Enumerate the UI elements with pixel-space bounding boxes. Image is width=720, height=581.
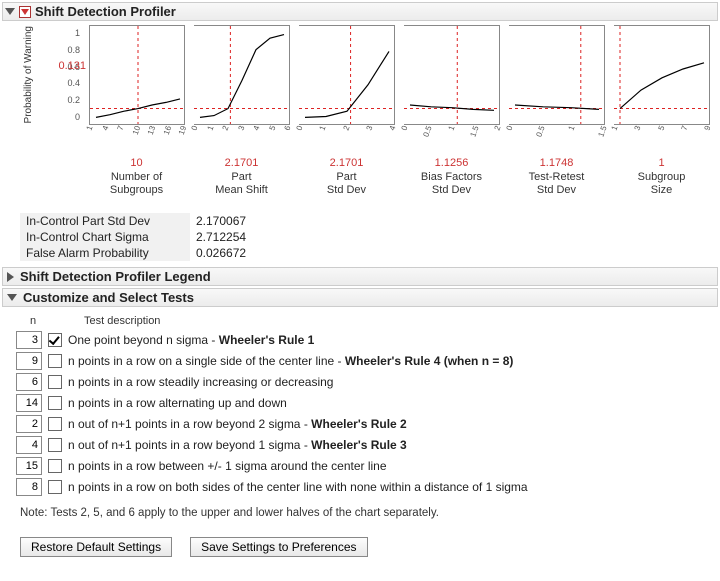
- section-title: Shift Detection Profiler Legend: [20, 269, 211, 284]
- test-row: n points in a row on a single side of th…: [16, 350, 706, 371]
- x-ticks: 01234: [294, 125, 399, 151]
- chart-panel-svg[interactable]: [89, 25, 185, 125]
- test-n-input[interactable]: [16, 478, 42, 496]
- panel-label: SubgroupSize: [638, 171, 686, 199]
- test-n-input[interactable]: [16, 331, 42, 349]
- y-axis: Probability of Warning 0.131: [6, 25, 50, 125]
- tests-note: Note: Tests 2, 5, and 6 apply to the upp…: [20, 507, 706, 519]
- profiler-panel: 13579 1 SubgroupSize: [609, 25, 714, 199]
- test-description: n points in a row on a single side of th…: [68, 354, 513, 368]
- y-tick: 0.4: [67, 78, 80, 88]
- test-description: n points in a row on both sides of the c…: [68, 480, 528, 494]
- menu-red-icon[interactable]: [19, 6, 31, 18]
- disclosure-open-icon[interactable]: [5, 8, 15, 15]
- y-axis-label: Probability of Warning: [23, 26, 34, 123]
- test-checkbox[interactable]: [48, 396, 62, 410]
- test-checkbox[interactable]: [48, 417, 62, 431]
- y-tick: 1: [75, 28, 80, 38]
- metric-value: 0.026672: [190, 245, 280, 261]
- x-ticks: 0123456: [189, 125, 294, 151]
- panel-label: Number ofSubgroups: [110, 171, 163, 199]
- test-row: n points in a row between +/- 1 sigma ar…: [16, 455, 706, 476]
- tests-area: n Test description One point beyond n si…: [2, 307, 718, 537]
- tests-header: n Test description: [20, 315, 706, 327]
- metric-value: 2.712254: [190, 229, 280, 245]
- panel-label: PartStd Dev: [327, 171, 366, 199]
- metric-key: False Alarm Probability: [20, 245, 190, 261]
- panel-value: 1.1748: [540, 157, 574, 169]
- metric-value: 2.170067: [190, 213, 280, 229]
- test-n-input[interactable]: [16, 457, 42, 475]
- test-checkbox[interactable]: [48, 354, 62, 368]
- panel-label: Bias FactorsStd Dev: [421, 171, 482, 199]
- test-checkbox[interactable]: [48, 333, 62, 347]
- test-row: n points in a row alternating up and dow…: [16, 392, 706, 413]
- test-checkbox[interactable]: [48, 375, 62, 389]
- panel-value: 2.1701: [225, 157, 259, 169]
- section-title: Shift Detection Profiler: [35, 4, 176, 19]
- section-header-legend[interactable]: Shift Detection Profiler Legend: [2, 267, 718, 286]
- x-ticks: 00.511.52: [399, 125, 504, 151]
- profiler-panel: 14710131619 10 Number ofSubgroups: [84, 25, 189, 199]
- chart-panel-svg[interactable]: [404, 25, 500, 125]
- test-row: n out of n+1 points in a row beyond 1 si…: [16, 434, 706, 455]
- panel-value: 1.1256: [435, 157, 469, 169]
- test-checkbox[interactable]: [48, 480, 62, 494]
- guide-value: 0.131: [58, 60, 86, 72]
- y-tick: 0.8: [67, 45, 80, 55]
- test-description: n points in a row between +/- 1 sigma ar…: [68, 459, 387, 473]
- metrics-table: In-Control Part Std Dev 2.170067In-Contr…: [20, 213, 718, 261]
- profiler-panel: 01234 2.1701 PartStd Dev: [294, 25, 399, 199]
- y-tick: 0.2: [67, 95, 80, 105]
- test-n-input[interactable]: [16, 436, 42, 454]
- test-description: n points in a row steadily increasing or…: [68, 375, 333, 389]
- col-desc: Test description: [84, 315, 160, 327]
- test-row: n points in a row on both sides of the c…: [16, 476, 706, 497]
- test-checkbox[interactable]: [48, 459, 62, 473]
- x-ticks: 14710131619: [84, 125, 189, 151]
- chart-panel-svg[interactable]: [509, 25, 605, 125]
- disclosure-closed-icon[interactable]: [7, 272, 14, 282]
- panel-label: PartMean Shift: [215, 171, 268, 199]
- profiler-row: Probability of Warning 0.131 10.80.60.40…: [2, 21, 718, 199]
- panel-value: 10: [130, 157, 142, 169]
- metric-key: In-Control Chart Sigma: [20, 229, 190, 245]
- chart-panel-svg[interactable]: [194, 25, 290, 125]
- section-header-customize[interactable]: Customize and Select Tests: [2, 288, 718, 307]
- panel-label: Test-RetestStd Dev: [529, 171, 585, 199]
- test-n-input[interactable]: [16, 415, 42, 433]
- profiler-panel: 0123456 2.1701 PartMean Shift: [189, 25, 294, 199]
- test-description: n out of n+1 points in a row beyond 1 si…: [68, 438, 407, 452]
- restore-defaults-button[interactable]: Restore Default Settings: [20, 537, 172, 557]
- chart-panels: 14710131619 10 Number ofSubgroups 012345…: [84, 25, 714, 199]
- test-n-input[interactable]: [16, 394, 42, 412]
- y-tick-column: 10.80.60.40.20: [52, 25, 82, 125]
- metric-key: In-Control Part Std Dev: [20, 213, 190, 229]
- x-ticks: 00.511.5: [504, 125, 609, 151]
- chart-panel-svg[interactable]: [614, 25, 710, 125]
- test-row: n points in a row steadily increasing or…: [16, 371, 706, 392]
- test-description: One point beyond n sigma - Wheeler's Rul…: [68, 333, 314, 347]
- profiler-panel: 00.511.52 1.1256 Bias FactorsStd Dev: [399, 25, 504, 199]
- chart-panel-svg[interactable]: [299, 25, 395, 125]
- test-description: n out of n+1 points in a row beyond 2 si…: [68, 417, 407, 431]
- test-row: One point beyond n sigma - Wheeler's Rul…: [16, 329, 706, 350]
- panel-value: 1: [658, 157, 664, 169]
- button-row: Restore Default Settings Save Settings t…: [2, 537, 718, 565]
- test-row: n out of n+1 points in a row beyond 2 si…: [16, 413, 706, 434]
- test-n-input[interactable]: [16, 352, 42, 370]
- test-checkbox[interactable]: [48, 438, 62, 452]
- y-tick: 0: [75, 112, 80, 122]
- col-n: n: [20, 315, 46, 327]
- section-title: Customize and Select Tests: [23, 290, 194, 305]
- section-header-profiler[interactable]: Shift Detection Profiler: [2, 2, 718, 21]
- profiler-panel: 00.511.5 1.1748 Test-RetestStd Dev: [504, 25, 609, 199]
- disclosure-open-icon[interactable]: [7, 294, 17, 301]
- test-description: n points in a row alternating up and dow…: [68, 396, 287, 410]
- x-ticks: 13579: [609, 125, 714, 151]
- save-settings-button[interactable]: Save Settings to Preferences: [190, 537, 367, 557]
- panel-value: 2.1701: [330, 157, 364, 169]
- test-n-input[interactable]: [16, 373, 42, 391]
